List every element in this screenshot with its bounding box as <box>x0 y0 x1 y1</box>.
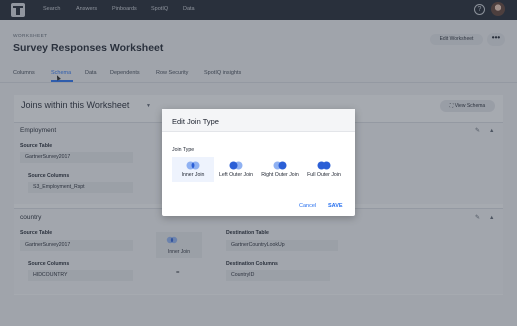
dialog-title: Edit Join Type <box>172 117 219 126</box>
edit-join-type-dialog: Edit Join Type Join Type Inner Join Left… <box>162 109 355 216</box>
option-label: Left Outer Join <box>218 172 254 178</box>
right-outer-join-venn-icon <box>273 161 287 170</box>
dialog-header: Edit Join Type <box>162 109 355 132</box>
option-inner-join[interactable]: Inner Join <box>172 157 214 182</box>
join-type-heading: Join Type <box>172 147 195 153</box>
option-label: Inner Join <box>181 172 205 178</box>
option-full-outer-join[interactable]: Full Outer Join <box>304 157 344 182</box>
option-label: Right Outer Join <box>261 172 299 178</box>
option-label: Full Outer Join <box>307 172 341 178</box>
save-button[interactable]: SAVE <box>328 203 343 209</box>
cancel-button[interactable]: Cancel <box>299 203 316 209</box>
option-left-outer-join[interactable]: Left Outer Join <box>216 157 256 182</box>
inner-join-venn-icon <box>186 161 200 170</box>
left-outer-join-venn-icon <box>229 161 243 170</box>
option-right-outer-join[interactable]: Right Outer Join <box>259 157 301 182</box>
full-outer-join-venn-icon <box>317 161 331 170</box>
